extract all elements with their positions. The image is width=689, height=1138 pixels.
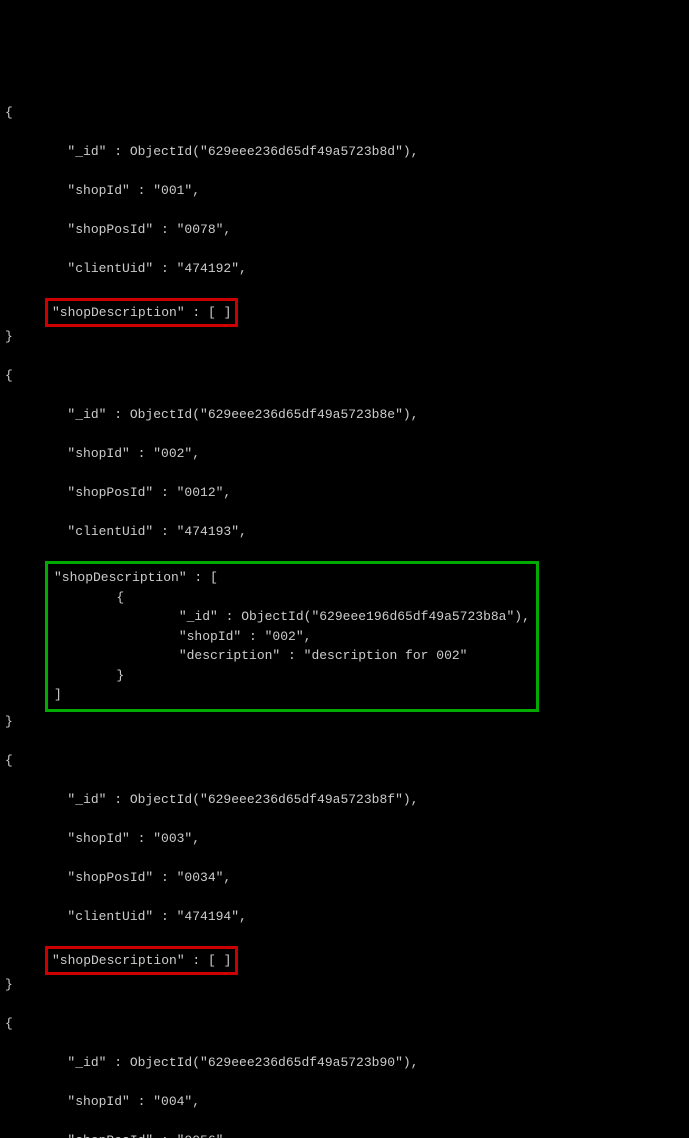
doc0-brace-close: } [5,327,684,347]
doc3-brace-open: { [5,1014,684,1034]
doc2-shopdescription-highlight: "shopDescription" : [ ] [45,946,238,976]
doc1-clientuid: "clientUid" : "474193", [5,522,684,542]
doc2-brace-open: { [5,751,684,771]
doc3-id: "_id" : ObjectId("629eee236d65df49a5723b… [5,1053,684,1073]
doc0-shopposid: "shopPosId" : "0078", [5,220,684,240]
doc0-shopdescription-highlight: "shopDescription" : [ ] [45,298,238,328]
doc0-shopid: "shopId" : "001", [5,181,684,201]
mongo-output: { "_id" : ObjectId("629eee236d65df49a572… [5,83,684,1138]
doc2-id: "_id" : ObjectId("629eee236d65df49a5723b… [5,790,684,810]
doc2-shopposid: "shopPosId" : "0034", [5,868,684,888]
doc0-brace-open: { [5,103,684,123]
doc3-shopid: "shopId" : "004", [5,1092,684,1112]
doc1-brace-close: } [5,712,684,732]
doc1-id: "_id" : ObjectId("629eee236d65df49a5723b… [5,405,684,425]
doc1-shopdescription-highlight: "shopDescription" : [ { "_id" : ObjectId… [45,561,539,712]
doc2-brace-close: } [5,975,684,995]
doc1-shopposid: "shopPosId" : "0012", [5,483,684,503]
doc0-id: "_id" : ObjectId("629eee236d65df49a5723b… [5,142,684,162]
doc0-clientuid: "clientUid" : "474192", [5,259,684,279]
doc2-clientuid: "clientUid" : "474194", [5,907,684,927]
doc1-brace-open: { [5,366,684,386]
doc1-shopid: "shopId" : "002", [5,444,684,464]
doc2-shopid: "shopId" : "003", [5,829,684,849]
doc3-shopposid: "shopPosId" : "0056", [5,1131,684,1138]
